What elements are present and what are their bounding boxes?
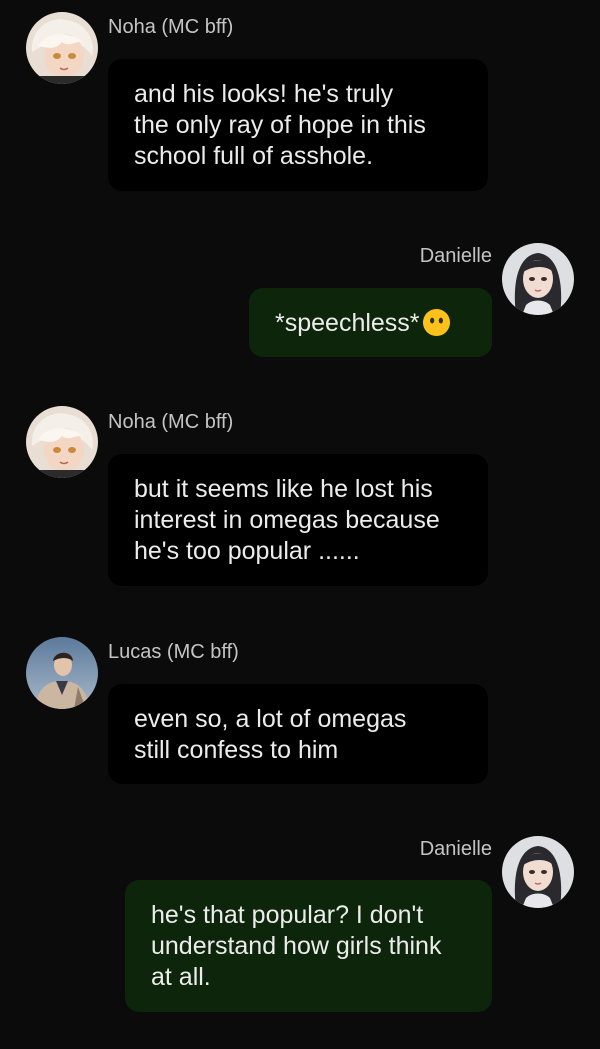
message-line: even so, a lot of omegas bbox=[134, 705, 407, 733]
message-line: he's too popular ...... bbox=[134, 537, 360, 565]
sender-name: Noha (MC bff) bbox=[108, 411, 234, 433]
message-line: still confess to him bbox=[134, 736, 339, 764]
message-line: *speechless* bbox=[275, 308, 470, 339]
message-line: at all. bbox=[151, 963, 211, 991]
message-line: understand how girls think bbox=[151, 932, 442, 960]
noha-avatar[interactable] bbox=[26, 406, 98, 478]
message-bubble[interactable]: he's that popular? I don't understand ho… bbox=[125, 880, 492, 1012]
message-line: he's that popular? I don't bbox=[151, 901, 424, 929]
danielle-avatar[interactable] bbox=[502, 243, 574, 315]
message-line: school full of asshole. bbox=[134, 142, 374, 170]
message-line: interest in omegas because bbox=[134, 506, 440, 534]
sender-name: Danielle bbox=[419, 245, 492, 267]
neutral-face-no-mouth-emoji bbox=[422, 308, 450, 337]
message-bubble[interactable]: even so, a lot of omegas still confess t… bbox=[108, 684, 488, 784]
danielle-avatar[interactable] bbox=[502, 836, 574, 908]
message-line: but it seems like he lost his bbox=[134, 475, 433, 503]
sender-name: Lucas (MC bff) bbox=[108, 641, 239, 663]
sender-name: Noha (MC bff) bbox=[108, 16, 234, 38]
message-line: and his looks! he's truly bbox=[134, 80, 394, 108]
message-bubble[interactable]: and his looks! he's truly the only ray o… bbox=[108, 59, 488, 191]
message-line: the only ray of hope in this bbox=[134, 111, 426, 139]
message-bubble[interactable]: *speechless* bbox=[249, 288, 492, 357]
lucas-avatar[interactable] bbox=[26, 637, 98, 709]
sender-name: Danielle bbox=[419, 838, 492, 860]
noha-avatar[interactable] bbox=[26, 12, 98, 84]
message-bubble[interactable]: but it seems like he lost his interest i… bbox=[108, 454, 488, 586]
message-text: *speechless* bbox=[275, 309, 420, 337]
